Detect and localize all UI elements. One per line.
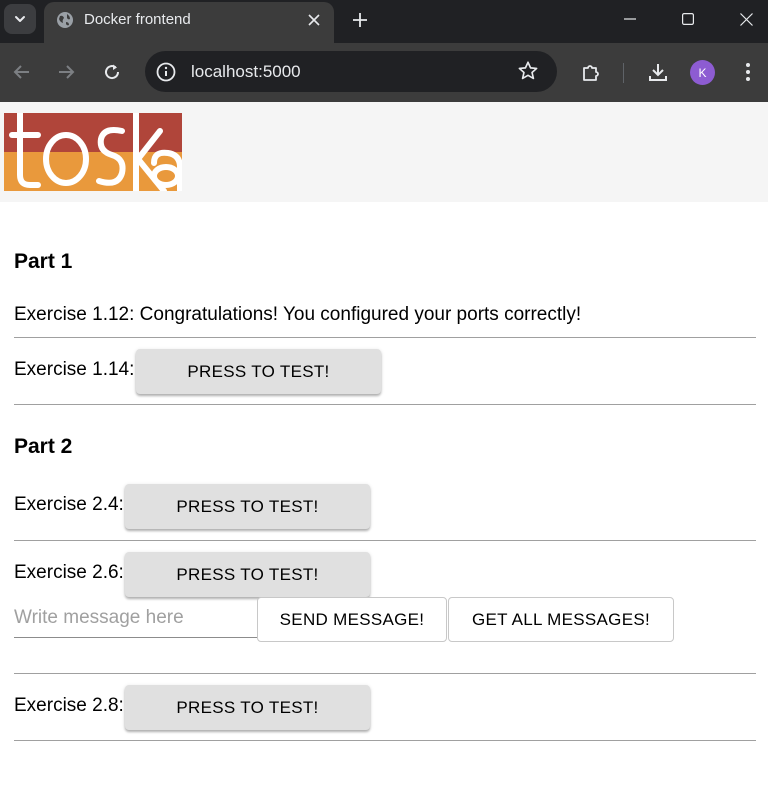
exercise-1-12-text: Exercise 1.12: Congratulations! You conf…: [14, 304, 582, 325]
window-close-button[interactable]: [717, 0, 768, 38]
downloads-button[interactable]: [644, 58, 672, 86]
arrow-left-icon: [13, 65, 29, 79]
maximize-icon: [682, 13, 694, 25]
puzzle-icon: [583, 65, 599, 81]
address-bar[interactable]: localhost:5000: [145, 51, 557, 92]
toolbar-separator: [623, 63, 624, 83]
browser-tab-active[interactable]: Docker frontend: [44, 2, 334, 43]
arrow-right-icon: [59, 65, 75, 79]
minimize-button[interactable]: [601, 0, 659, 38]
menu-button[interactable]: [734, 58, 762, 86]
new-tab-button[interactable]: [348, 8, 372, 32]
part-2-heading: Part 2: [14, 435, 73, 458]
kebab-menu-icon: [746, 63, 750, 81]
reload-button[interactable]: [98, 58, 126, 86]
chevron-down-icon: [15, 16, 25, 22]
back-button[interactable]: [8, 58, 36, 86]
exercise-2-8-label: Exercise 2.8:: [14, 695, 124, 716]
bookmark-star-icon[interactable]: [517, 60, 539, 82]
divider: [14, 740, 756, 741]
toska-logo: [4, 113, 182, 191]
info-icon[interactable]: [155, 61, 177, 83]
plus-icon: [353, 13, 367, 27]
exercise-2-6-test-button[interactable]: PRESS TO TEST!: [125, 552, 370, 597]
close-icon: [308, 14, 320, 26]
extensions-button[interactable]: [577, 58, 605, 86]
close-icon: [739, 12, 753, 26]
divider: [14, 404, 756, 405]
globe-icon: [57, 12, 73, 28]
profile-avatar[interactable]: K: [690, 60, 715, 85]
exercise-1-14-test-button[interactable]: PRESS TO TEST!: [136, 349, 381, 394]
part-1-heading: Part 1: [14, 250, 73, 273]
divider: [14, 337, 756, 338]
send-message-button[interactable]: SEND MESSAGE!: [257, 597, 447, 642]
exercise-2-4-test-button[interactable]: PRESS TO TEST!: [125, 484, 370, 529]
minimize-icon: [624, 18, 636, 20]
exercise-2-4-label: Exercise 2.4:: [14, 494, 124, 515]
browser-tabstrip: Docker frontend: [0, 0, 768, 43]
url-text: localhost:5000: [191, 62, 301, 81]
tab-close-button[interactable]: [304, 10, 324, 30]
divider: [14, 540, 756, 541]
tab-search-button[interactable]: [4, 4, 36, 34]
reload-icon: [105, 64, 120, 80]
download-icon: [649, 64, 667, 81]
get-all-messages-button[interactable]: GET ALL MESSAGES!: [448, 597, 674, 642]
message-input[interactable]: [14, 598, 257, 638]
exercise-1-14-label: Exercise 1.14:: [14, 359, 135, 380]
exercise-2-8-test-button[interactable]: PRESS TO TEST!: [125, 685, 370, 730]
divider: [14, 673, 756, 674]
exercise-2-6-label: Exercise 2.6:: [14, 562, 124, 583]
app-header: [0, 102, 768, 202]
forward-button[interactable]: [52, 58, 80, 86]
tab-title: Docker frontend: [84, 11, 191, 28]
browser-toolbar: localhost:5000 K: [0, 43, 768, 102]
maximize-button[interactable]: [659, 0, 717, 38]
